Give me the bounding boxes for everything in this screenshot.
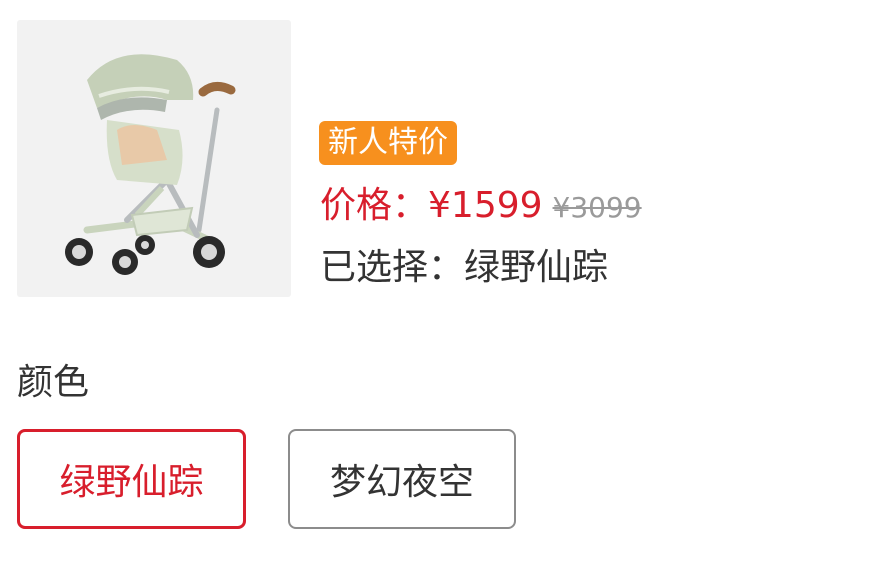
color-option-night-sky[interactable]: 梦幻夜空 <box>288 429 516 529</box>
price-label: 价格： <box>320 185 429 226</box>
color-option-label: 梦幻夜空 <box>329 462 474 503</box>
stroller-image <box>65 54 236 275</box>
selected-variant-line: 已选择：绿野仙踪 <box>320 243 608 293</box>
original-price: ¥3099 <box>552 191 642 224</box>
price-value: ¥1599 <box>428 185 543 226</box>
promo-badge: 新人特价 <box>319 121 457 165</box>
selected-label: 已选择： <box>320 247 465 288</box>
selected-value: 绿野仙踪 <box>464 247 609 288</box>
color-options: 绿野仙踪 梦幻夜空 <box>17 429 516 529</box>
product-image <box>17 20 291 297</box>
price-line: 价格：¥1599 ¥3099 <box>320 181 642 231</box>
product-spec-panel: 新人特价 价格：¥1599 ¥3099 已选择：绿野仙踪 颜色 绿野仙踪 梦幻夜空 <box>0 0 893 585</box>
color-option-label: 绿野仙踪 <box>59 462 204 503</box>
color-section-heading: 颜色 <box>17 362 90 403</box>
color-option-green[interactable]: 绿野仙踪 <box>17 429 246 529</box>
